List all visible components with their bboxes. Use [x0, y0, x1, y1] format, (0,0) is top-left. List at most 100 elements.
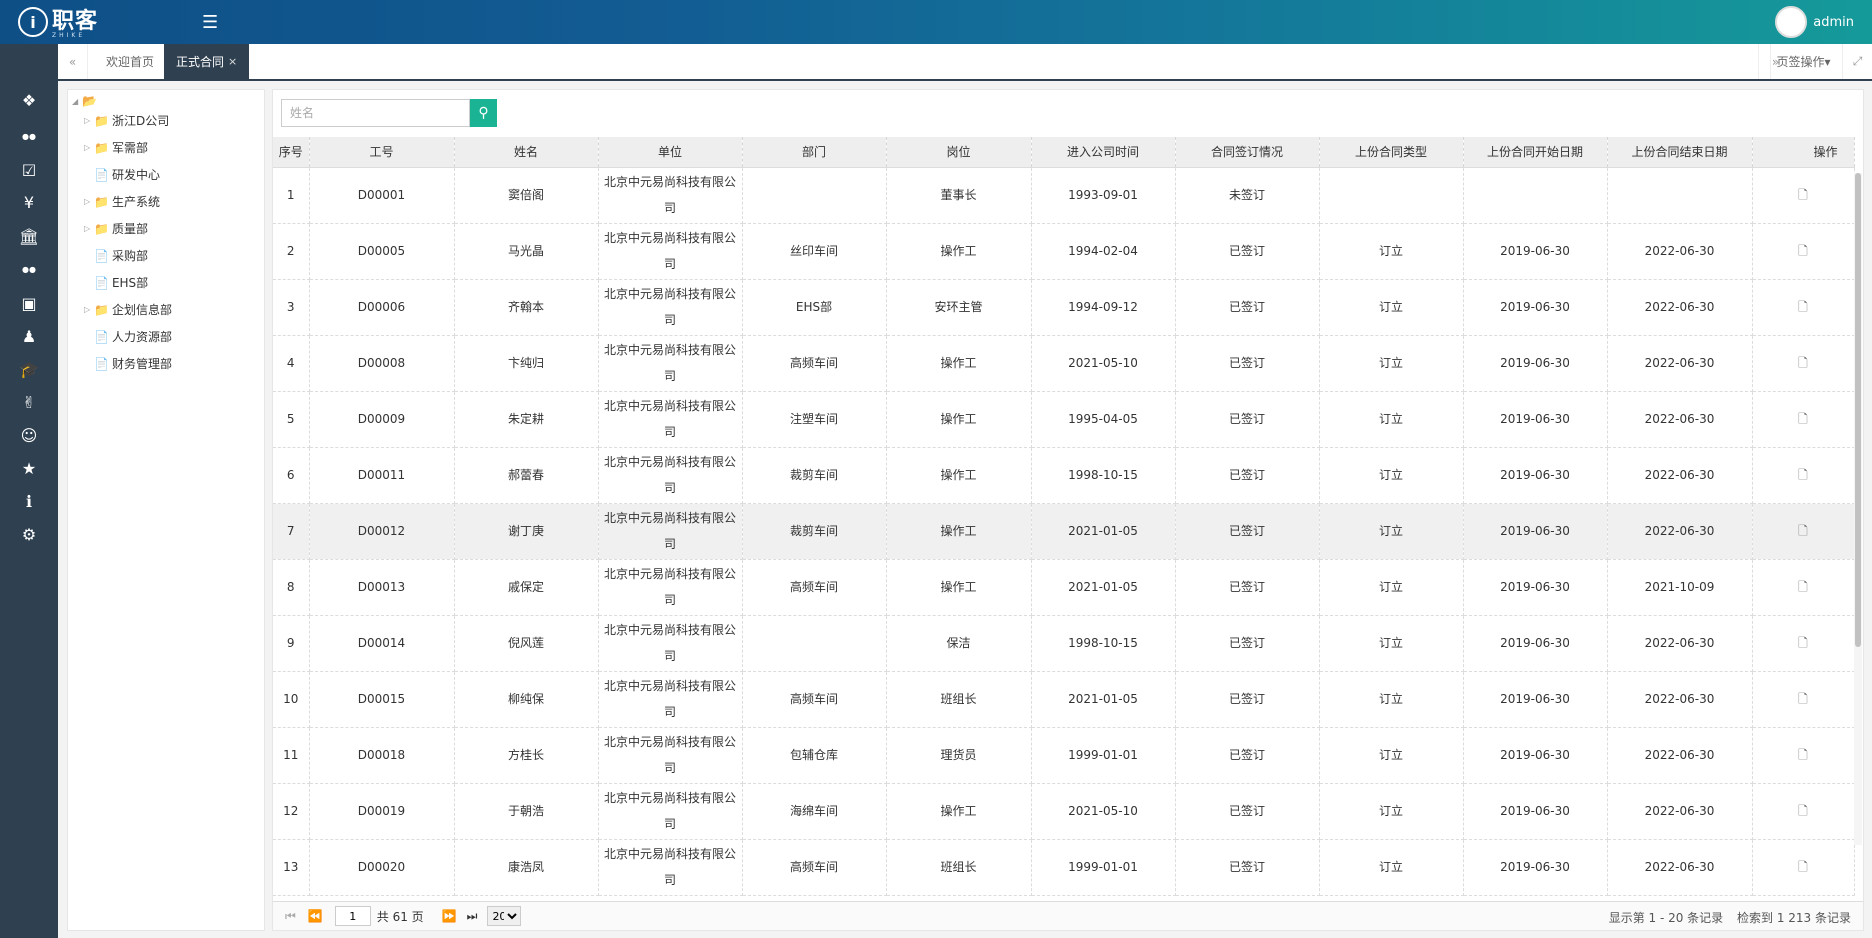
total-pages-label: 共 61 页	[376, 909, 424, 924]
table-cell: 1999-01-01	[1031, 839, 1176, 896]
logo-mark-icon: i	[18, 7, 48, 37]
table-cell: 1995-04-05	[1031, 391, 1176, 448]
table-row[interactable]: 9 D00014 倪风莲 北京中元易尚科技有限公司 保洁 1998-10-15 已签订 订立 2…	[273, 615, 1855, 672]
edit-document-icon[interactable]: 🗋	[1798, 804, 1808, 818]
tab-contracts[interactable]: 正式合同 ×	[164, 44, 250, 79]
column-header[interactable]: 上份合同开始日期	[1463, 137, 1608, 168]
column-header[interactable]: 进入公司时间	[1031, 137, 1176, 168]
check-square-icon[interactable]: ☑	[0, 153, 58, 187]
tab-welcome[interactable]: 欢迎首页	[94, 44, 166, 79]
user-icon[interactable]: ☺	[0, 418, 58, 452]
edit-document-icon[interactable]: 🗋	[1798, 524, 1808, 538]
table-row[interactable]: 5 D00009 朱定耕 北京中元易尚科技有限公司 注塑车间 操作工 1995-04-05 已…	[273, 391, 1855, 448]
table-cell: 9	[273, 615, 310, 672]
table-row[interactable]: 2 D00005 马光晶 北京中元易尚科技有限公司 丝印车间 操作工 1994-02-04 已…	[273, 223, 1855, 280]
table-row[interactable]: 1 D00001 窦倍阁 北京中元易尚科技有限公司 董事长 1993-09-01 未签订 🗋	[273, 167, 1855, 224]
page-size-select[interactable]: 20	[487, 906, 522, 926]
table-cell: 海绵车间	[742, 783, 887, 840]
edit-document-icon[interactable]: 🗋	[1798, 636, 1808, 650]
yen-icon[interactable]: ¥	[0, 185, 58, 219]
tree-node[interactable]: 📄 财务管理部	[84, 355, 172, 372]
column-header[interactable]: 部门	[742, 137, 887, 168]
user-tie-icon[interactable]: ♟	[0, 319, 58, 353]
page-ops-dropdown[interactable]: 页签操作 ▾	[1770, 44, 1836, 79]
prev-page-icon[interactable]: ⏪	[308, 909, 323, 923]
trophy-icon[interactable]: ★	[0, 451, 58, 485]
first-page-icon[interactable]: ⏮	[285, 909, 296, 924]
tree-node[interactable]: ▷ 📁 企划信息部	[84, 301, 172, 318]
search-button[interactable]: ⚲	[470, 99, 497, 127]
table-scrollbar[interactable]	[1854, 173, 1862, 845]
edit-document-icon[interactable]: 🗋	[1798, 188, 1808, 202]
group-icon[interactable]: ●●	[0, 252, 58, 286]
tree-node[interactable]: 📄 采购部	[84, 247, 148, 264]
edit-document-icon[interactable]: 🗋	[1798, 580, 1808, 594]
table-row[interactable]: 8 D00013 戚保定 北京中元易尚科技有限公司 高频车间 操作工 2021-01-05 已…	[273, 559, 1855, 616]
column-header[interactable]: 上份合同类型	[1319, 137, 1464, 168]
tree-expand-icon[interactable]: ▷	[84, 224, 94, 233]
tree-node[interactable]: ▷ 📁 生产系统	[84, 193, 160, 210]
column-header[interactable]: 序号	[273, 137, 310, 168]
table-row[interactable]: 4 D00008 卞纯归 北京中元易尚科技有限公司 高频车间 操作工 2021-05-10 已…	[273, 335, 1855, 392]
table-row[interactable]: 3 D00006 齐翰本 北京中元易尚科技有限公司 EHS部 安环主管 1994-09-12…	[273, 279, 1855, 336]
edit-document-icon[interactable]: 🗋	[1798, 860, 1808, 874]
gears-icon[interactable]: ⚙	[0, 517, 58, 551]
edit-document-icon[interactable]: 🗋	[1798, 356, 1808, 370]
column-header[interactable]: 工号	[309, 137, 455, 168]
tab-close-icon[interactable]: ×	[228, 55, 237, 68]
tree-node[interactable]: ▷ 📁 质量部	[84, 220, 148, 237]
column-header[interactable]: 岗位	[886, 137, 1032, 168]
tree-node[interactable]: 📄 研发中心	[84, 166, 160, 183]
tree-expand-icon[interactable]: ▷	[84, 143, 94, 152]
table-row[interactable]: 11 D00018 方桂长 北京中元易尚科技有限公司 包辅仓库 理货员 1999-01-01…	[273, 727, 1855, 784]
briefcase-icon[interactable]: ▣	[0, 286, 58, 320]
edit-document-icon[interactable]: 🗋	[1798, 692, 1808, 706]
column-header[interactable]: 上份合同结束日期	[1607, 137, 1753, 168]
tree-expand-icon[interactable]: ▷	[84, 116, 94, 125]
column-header[interactable]: 姓名	[454, 137, 599, 168]
column-header[interactable]: 单位	[598, 137, 743, 168]
edit-document-icon[interactable]: 🗋	[1798, 468, 1808, 482]
last-page-icon[interactable]: ⏭	[467, 909, 478, 924]
tree-node[interactable]: ▷ 📁 浙江D公司	[84, 112, 169, 129]
table-cell: 已签订	[1175, 335, 1320, 392]
table-row[interactable]: 12 D00019 于朝浩 北京中元易尚科技有限公司 海绵车间 操作工 2021-05-10…	[273, 783, 1855, 840]
menu-toggle-icon[interactable]: ☰	[202, 12, 218, 33]
graduation-cap-icon[interactable]: 🎓	[0, 352, 58, 386]
next-page-icon[interactable]: ⏩	[442, 909, 457, 923]
table-cell: 已签订	[1175, 839, 1320, 896]
page-number-input[interactable]	[334, 906, 371, 926]
info-icon[interactable]: ℹ	[0, 484, 58, 518]
table-cell: 13	[273, 839, 310, 896]
fullscreen-icon[interactable]: ⤢	[1842, 44, 1872, 79]
tree-node[interactable]: ▷ 📁 军需部	[84, 139, 148, 156]
hand-icon[interactable]: ✌	[0, 385, 58, 419]
tree-expand-icon[interactable]: ▷	[84, 197, 94, 206]
table-row[interactable]: 10 D00015 柳纯保 北京中元易尚科技有限公司 高频车间 班组长 2021-01-05…	[273, 671, 1855, 728]
table-row[interactable]: 6 D00011 郝蕾春 北京中元易尚科技有限公司 裁剪车间 操作工 1998-10-15 已…	[273, 447, 1855, 504]
table-row[interactable]: 13 D00020 康浩凤 北京中元易尚科技有限公司 高频车间 班组长 1999-01-01…	[273, 839, 1855, 896]
tree-node[interactable]: 📄 EHS部	[84, 274, 148, 291]
tree-root[interactable]: ◢ 📂	[72, 94, 100, 108]
scrollbar-thumb[interactable]	[1855, 173, 1861, 647]
column-header[interactable]: 合同签订情况	[1175, 137, 1320, 168]
tree-expand-icon[interactable]: ▷	[84, 305, 94, 314]
table-row[interactable]: 7 D00012 谢丁庚 北京中元易尚科技有限公司 裁剪车间 操作工 2021-01-05 已…	[273, 503, 1855, 560]
edit-document-icon[interactable]: 🗋	[1798, 300, 1808, 314]
column-header[interactable]: 操作	[1752, 137, 1855, 168]
folder-icon: 📁	[94, 140, 109, 155]
table-cell: D00001	[309, 167, 455, 224]
edit-document-icon[interactable]: 🗋	[1798, 412, 1808, 426]
user-menu[interactable]: ●● admin	[1775, 6, 1854, 38]
table-cell: 1999-01-01	[1031, 727, 1176, 784]
name-search-input[interactable]	[281, 99, 470, 127]
edit-document-icon[interactable]: 🗋	[1798, 244, 1808, 258]
tree-node[interactable]: 📄 人力资源部	[84, 328, 172, 345]
cubes-icon[interactable]: ❖	[0, 83, 58, 117]
bank-icon[interactable]: 🏛	[0, 219, 58, 253]
tree-node-label: 生产系统	[111, 195, 160, 209]
tree-expand-icon[interactable]: ◢	[72, 97, 82, 106]
edit-document-icon[interactable]: 🗋	[1798, 748, 1808, 762]
users-icon[interactable]: ●●	[0, 119, 58, 153]
tab-scroll-left-icon[interactable]: «	[58, 44, 88, 79]
